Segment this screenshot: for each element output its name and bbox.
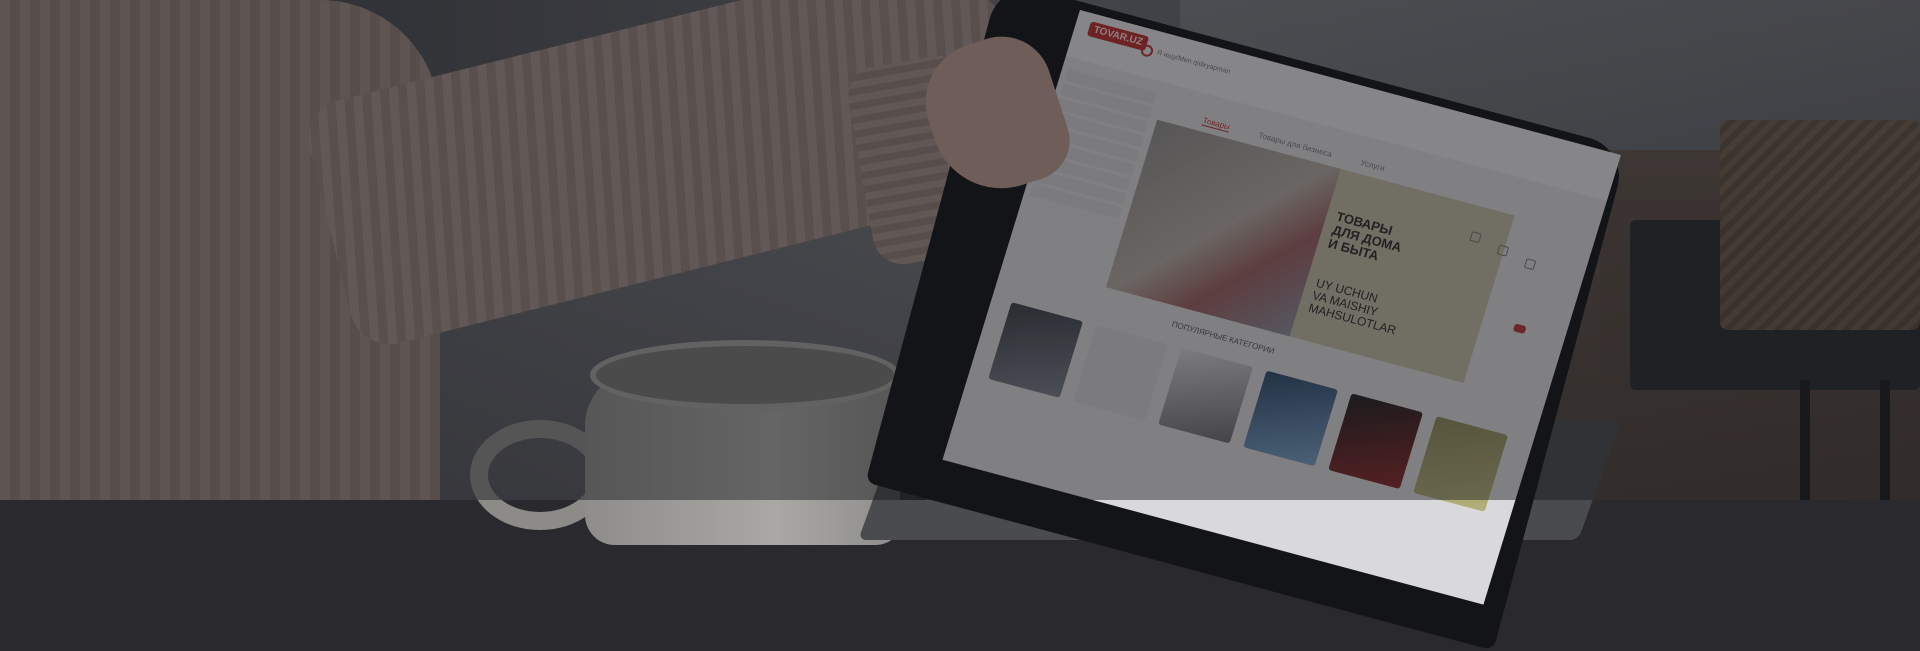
category-card[interactable] xyxy=(988,302,1084,398)
category-card[interactable] xyxy=(1328,393,1424,490)
mug-rim xyxy=(590,340,900,410)
search-icon xyxy=(1139,43,1155,59)
category-card[interactable] xyxy=(1413,416,1509,512)
wicker-basket xyxy=(1720,120,1920,330)
cta-button[interactable] xyxy=(1512,323,1527,335)
category-card[interactable] xyxy=(1158,347,1254,444)
site-logo[interactable]: TOVAR.UZ xyxy=(1086,21,1150,52)
category-card[interactable] xyxy=(1073,325,1169,421)
tab-services[interactable]: Услуги xyxy=(1359,158,1385,174)
category-card[interactable] xyxy=(1243,370,1339,467)
side-table-leg xyxy=(1880,380,1890,500)
hero-title-ru: ТОВАРЫ ДЛЯ ДОМА И БЫТА xyxy=(1326,208,1404,264)
hero-title-uz: UY UCHUN VA MAISHIY MAHSULOTLAR xyxy=(1306,275,1398,338)
cart-icon[interactable] xyxy=(1523,258,1537,271)
photo-scene: TOVAR.UZ Товары Товары для бизнеса Услуг… xyxy=(0,0,1920,651)
side-table-leg xyxy=(1800,380,1810,500)
tab-goods[interactable]: Товары xyxy=(1201,115,1232,133)
compare-icon[interactable] xyxy=(1496,244,1510,257)
